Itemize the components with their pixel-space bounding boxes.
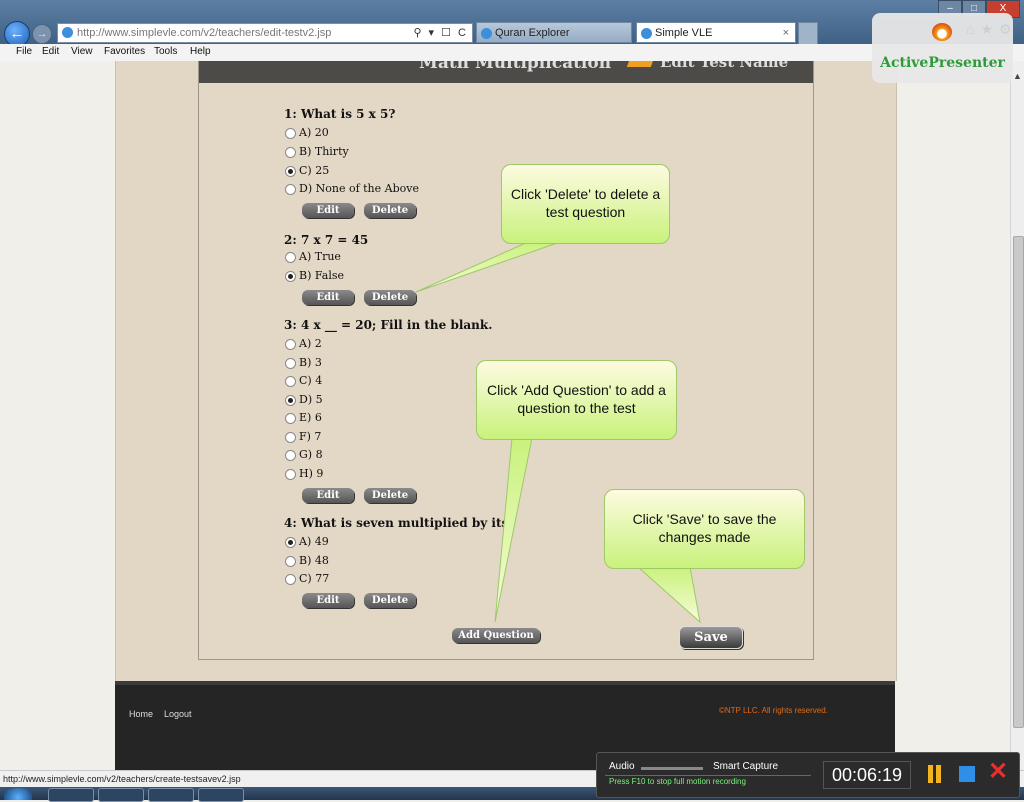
radio-button[interactable] (285, 147, 296, 158)
divider (605, 775, 811, 776)
address-controls[interactable]: ⚲ ▾ ☐ C (413, 24, 468, 42)
menu-tools[interactable]: Tools (154, 46, 177, 57)
home-star-gear-icons[interactable]: ⌂★⚙ (966, 21, 1018, 38)
footer-logout-link[interactable]: Logout (164, 709, 192, 719)
ie-page-icon (62, 27, 73, 38)
vertical-scrollbar[interactable]: ▲ (1010, 61, 1024, 770)
edit-test-name-link[interactable]: Edit Test Name (660, 61, 788, 71)
radio-button[interactable] (285, 376, 296, 387)
tab-quran-explorer[interactable]: Quran Explorer (476, 22, 632, 43)
question-title: 4: What is seven multiplied by its (284, 516, 509, 530)
start-button[interactable] (4, 788, 32, 800)
recording-timer: 00:06:19 (823, 761, 911, 789)
menu-bar: File Edit View Favorites Tools Help (0, 44, 1024, 62)
radio-button[interactable] (285, 413, 296, 424)
stop-icon[interactable] (959, 766, 975, 782)
tab-close-icon[interactable]: × (783, 23, 789, 44)
activepresenter-logo-icon (932, 23, 952, 41)
close-icon[interactable]: ✕ (988, 757, 1008, 786)
address-text: http://www.simplevle.com/v2/teachers/edi… (77, 27, 332, 39)
scroll-up-icon[interactable]: ▲ (1013, 71, 1022, 81)
scroll-thumb[interactable] (1013, 236, 1024, 728)
status-url: http://www.simplevle.com/v2/teachers/cre… (3, 774, 241, 784)
menu-view[interactable]: View (71, 46, 93, 57)
menu-favorites[interactable]: Favorites (104, 46, 145, 57)
radio-button[interactable] (285, 339, 296, 350)
save-button[interactable]: Save (679, 626, 743, 649)
recorder-audio-label: Audio (609, 761, 635, 772)
new-tab-button[interactable] (798, 22, 818, 45)
menu-edit[interactable]: Edit (42, 46, 59, 57)
radio-button[interactable] (285, 184, 296, 195)
recorder-mode-label: Smart Capture (713, 761, 779, 772)
radio-button-selected[interactable] (285, 537, 296, 548)
add-question-callout: Click 'Add Question' to add a question t… (476, 360, 677, 440)
radio-button-selected[interactable] (285, 271, 296, 282)
question-title: 3: 4 x __ = 20; Fill in the blank. (284, 318, 493, 332)
delete-callout: Click 'Delete' to delete a test question (501, 164, 670, 244)
browser-titlebar: ← → http://www.simplevle.com/v2/teachers… (0, 0, 1024, 47)
radio-button[interactable] (285, 358, 296, 369)
edit-question-button[interactable]: Edit (302, 593, 354, 608)
tab-simple-vle[interactable]: Simple VLE × (636, 22, 796, 43)
footer-home-link[interactable]: Home (129, 709, 153, 719)
radio-button[interactable] (285, 128, 296, 139)
tab-label: Simple VLE (655, 27, 713, 39)
delete-question-button[interactable]: Delete (364, 290, 416, 305)
delete-question-button[interactable]: Delete (364, 593, 416, 608)
edit-question-button[interactable]: Edit (302, 488, 354, 503)
radio-button[interactable] (285, 450, 296, 461)
menu-help[interactable]: Help (190, 46, 211, 57)
pause-icon[interactable] (927, 765, 943, 783)
delete-question-button[interactable]: Delete (364, 203, 416, 218)
ie-tab-icon (481, 28, 492, 39)
question-title: 1: What is 5 x 5? (284, 107, 396, 121)
save-callout: Click 'Save' to save the changes made (604, 489, 805, 569)
test-title: Math Multiplication (419, 61, 612, 73)
delete-question-button[interactable]: Delete (364, 488, 416, 503)
test-header: Math Multiplication Edit Test Name (199, 61, 813, 83)
menu-file[interactable]: File (16, 46, 32, 57)
add-question-button[interactable]: Add Question (452, 628, 540, 643)
tab-label: Quran Explorer (495, 27, 570, 39)
address-bar[interactable]: http://www.simplevle.com/v2/teachers/edi… (57, 23, 473, 43)
forward-button[interactable]: → (32, 24, 52, 44)
radio-button[interactable] (285, 252, 296, 263)
arrow-icon (626, 61, 656, 67)
edit-question-button[interactable]: Edit (302, 203, 354, 218)
ie-tab-icon (641, 28, 652, 39)
recording-toolbar: Audio Smart Capture Press F10 to stop fu… (596, 752, 1020, 798)
recorder-hint: Press F10 to stop full motion recording (609, 777, 746, 786)
activepresenter-brand: ActivePresenter (880, 55, 1005, 71)
radio-button[interactable] (285, 432, 296, 443)
radio-button[interactable] (285, 469, 296, 480)
activepresenter-badge: ⌂★⚙ ActivePresenter (872, 13, 1013, 83)
radio-button[interactable] (285, 556, 296, 567)
radio-button-selected[interactable] (285, 166, 296, 177)
footer-copyright: ©NTP LLC. All rights reserved. (719, 706, 828, 715)
radio-button[interactable] (285, 574, 296, 585)
radio-button-selected[interactable] (285, 395, 296, 406)
audio-level-bar (641, 767, 703, 770)
edit-question-button[interactable]: Edit (302, 290, 354, 305)
question-title: 2: 7 x 7 = 45 (284, 233, 369, 247)
